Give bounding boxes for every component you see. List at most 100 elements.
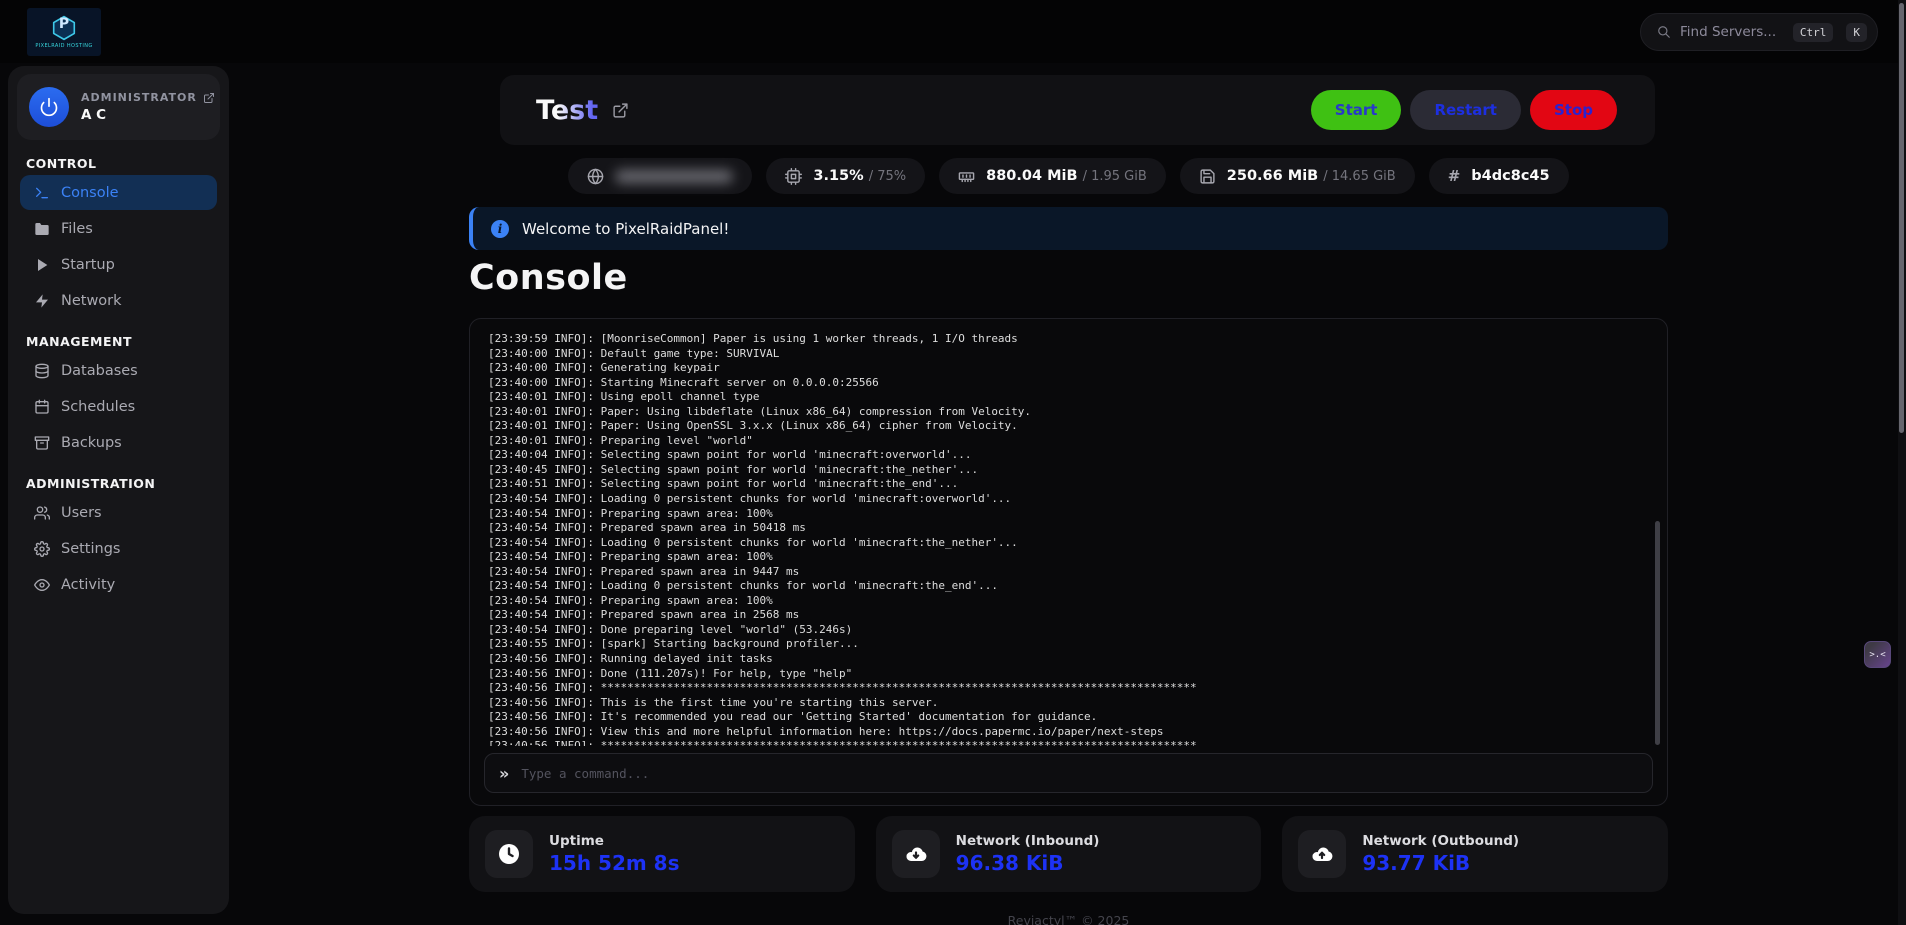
account-card[interactable]: ADMINISTRATOR A C <box>17 74 220 140</box>
sidebar-item-label: Network <box>61 293 122 309</box>
console-line: [23:40:51 INFO]: Selecting spawn point f… <box>488 477 1653 492</box>
stop-button[interactable]: Stop <box>1530 90 1617 130</box>
server-header: Test Start Restart Stop <box>500 75 1655 145</box>
console-line: [23:40:00 INFO]: Starting Minecraft serv… <box>488 376 1653 391</box>
power-icon <box>39 97 59 117</box>
page-title: Console <box>469 258 628 298</box>
server-title: Test <box>536 95 598 126</box>
console-log[interactable]: [23:39:59 INFO]: [MoonriseCommon] Paper … <box>470 319 1653 746</box>
command-input[interactable] <box>521 766 1638 781</box>
server-actions: Start Restart Stop <box>1311 90 1617 130</box>
cpu-usage-limit: / 75% <box>869 169 906 184</box>
network-outbound-value: 93.77 KiB <box>1362 851 1519 875</box>
console-line: [23:40:54 INFO]: Loading 0 persistent ch… <box>488 536 1653 551</box>
clock-icon <box>485 830 533 878</box>
console-line: [23:40:01 INFO]: Using epoll channel typ… <box>488 390 1653 405</box>
console-line: [23:40:01 INFO]: Paper: Using OpenSSL 3.… <box>488 419 1653 434</box>
uptime-label: Uptime <box>549 833 680 849</box>
cloud-upload-icon <box>1298 830 1346 878</box>
widget-toggle-button[interactable]: >.< <box>1864 641 1891 668</box>
disk-usage-limit: / 14.65 GiB <box>1323 169 1395 184</box>
cpu-icon <box>785 168 802 185</box>
sidebar-item-files[interactable]: Files <box>20 211 217 246</box>
sidebar-item-label: Backups <box>61 435 122 451</box>
power-avatar <box>29 87 69 127</box>
server-ip-pill <box>568 158 752 194</box>
calendar-icon <box>33 398 50 415</box>
memory-usage-value: 880.04 MiB <box>986 168 1077 184</box>
memory-icon <box>958 168 975 185</box>
console-line: [23:40:54 INFO]: Loading 0 persistent ch… <box>488 579 1653 594</box>
kbd-k: K <box>1846 23 1867 42</box>
console-line: [23:40:54 INFO]: Prepared spawn area in … <box>488 608 1653 623</box>
network-inbound-value: 96.38 KiB <box>956 851 1100 875</box>
main-content: Test Start Restart Stop 3.15% / 75% <box>469 0 1668 925</box>
page-scrollbar <box>1898 0 1906 925</box>
open-server-external-link[interactable] <box>612 102 629 119</box>
account-role: ADMINISTRATOR <box>81 91 197 104</box>
console-line: [23:40:00 INFO]: Default game type: SURV… <box>488 347 1653 362</box>
page-scrollbar-thumb[interactable] <box>1899 3 1904 433</box>
restart-button[interactable]: Restart <box>1410 90 1521 130</box>
welcome-banner-text: Welcome to PixelRaidPanel! <box>522 220 729 238</box>
command-bar: » <box>484 753 1653 793</box>
console-line: [23:40:54 INFO]: Prepared spawn area in … <box>488 565 1653 580</box>
console-line: [23:40:01 INFO]: Preparing level "world" <box>488 434 1653 449</box>
brand-logo-text: PIXELRAID HOSTING <box>35 43 92 49</box>
database-icon <box>33 362 50 379</box>
sidebar-item-settings[interactable]: Settings <box>20 531 217 566</box>
search-placeholder: Find Servers... <box>1680 24 1780 40</box>
start-button[interactable]: Start <box>1311 90 1402 130</box>
welcome-banner: i Welcome to PixelRaidPanel! <box>469 207 1668 250</box>
nav-section-control: CONTROL <box>26 156 229 171</box>
console-line: [23:40:56 INFO]: View this and more help… <box>488 725 1653 740</box>
hash-icon: # <box>1448 167 1461 185</box>
sidebar-item-activity[interactable]: Activity <box>20 567 217 602</box>
stat-cards-row: Uptime 15h 52m 8s Network (Inbound) 96.3… <box>469 816 1668 892</box>
console-line: [23:40:54 INFO]: Preparing spawn area: 1… <box>488 507 1653 522</box>
console-line: [23:40:54 INFO]: Preparing spawn area: 1… <box>488 594 1653 609</box>
uptime-value: 15h 52m 8s <box>549 851 680 875</box>
brand-logo[interactable]: P PIXELRAID HOSTING <box>27 8 101 56</box>
console-line: [23:40:45 INFO]: Selecting spawn point f… <box>488 463 1653 478</box>
console-line: [23:40:55 INFO]: [spark] Starting backgr… <box>488 637 1653 652</box>
network-outbound-label: Network (Outbound) <box>1362 833 1519 849</box>
console-scrollbar-thumb[interactable] <box>1655 521 1660 745</box>
sidebar-item-console[interactable]: Console <box>20 175 217 210</box>
console-line: [23:40:56 INFO]: Running delayed init ta… <box>488 652 1653 667</box>
terminal-icon <box>33 184 50 201</box>
sidebar-item-schedules[interactable]: Schedules <box>20 389 217 424</box>
sidebar-item-backups[interactable]: Backups <box>20 425 217 460</box>
network-inbound-card: Network (Inbound) 96.38 KiB <box>876 816 1262 892</box>
console-line: [23:40:56 INFO]: It's recommended you re… <box>488 710 1653 725</box>
sidebar-item-databases[interactable]: Databases <box>20 353 217 388</box>
console-line: [23:40:56 INFO]: This is the first time … <box>488 696 1653 711</box>
external-link-icon <box>612 102 629 119</box>
sidebar-item-startup[interactable]: Startup <box>20 247 217 282</box>
network-outbound-card: Network (Outbound) 93.77 KiB <box>1282 816 1668 892</box>
disk-icon <box>1199 168 1216 185</box>
uptime-card: Uptime 15h 52m 8s <box>469 816 855 892</box>
server-stats-row: 3.15% / 75% 880.04 MiB / 1.95 GiB 250.66… <box>469 158 1668 194</box>
hexagon-logo-icon: P <box>51 15 77 41</box>
gear-icon <box>33 540 50 557</box>
console-line: [23:40:00 INFO]: Generating keypair <box>488 361 1653 376</box>
memory-usage-pill: 880.04 MiB / 1.95 GiB <box>939 158 1166 194</box>
console-line: [23:40:01 INFO]: Paper: Using libdeflate… <box>488 405 1653 420</box>
chevrons-right-icon: » <box>499 764 509 783</box>
sidebar-item-label: Schedules <box>61 399 135 415</box>
account-info: ADMINISTRATOR A C <box>81 91 215 123</box>
nav-section-management: MANAGEMENT <box>26 334 229 349</box>
console-line: [23:40:54 INFO]: Preparing spawn area: 1… <box>488 550 1653 565</box>
external-link-icon[interactable] <box>203 92 215 104</box>
find-servers-search[interactable]: Find Servers... Ctrl K <box>1640 13 1878 51</box>
sidebar-item-label: Files <box>61 221 93 237</box>
console-line: [23:40:54 INFO]: Prepared spawn area in … <box>488 521 1653 536</box>
users-icon <box>33 504 50 521</box>
cpu-usage-pill: 3.15% / 75% <box>766 158 925 194</box>
play-icon <box>33 256 50 273</box>
sidebar-item-users[interactable]: Users <box>20 495 217 530</box>
sidebar-item-label: Startup <box>61 257 115 273</box>
globe-icon <box>587 168 604 185</box>
sidebar-item-network[interactable]: Network <box>20 283 217 318</box>
